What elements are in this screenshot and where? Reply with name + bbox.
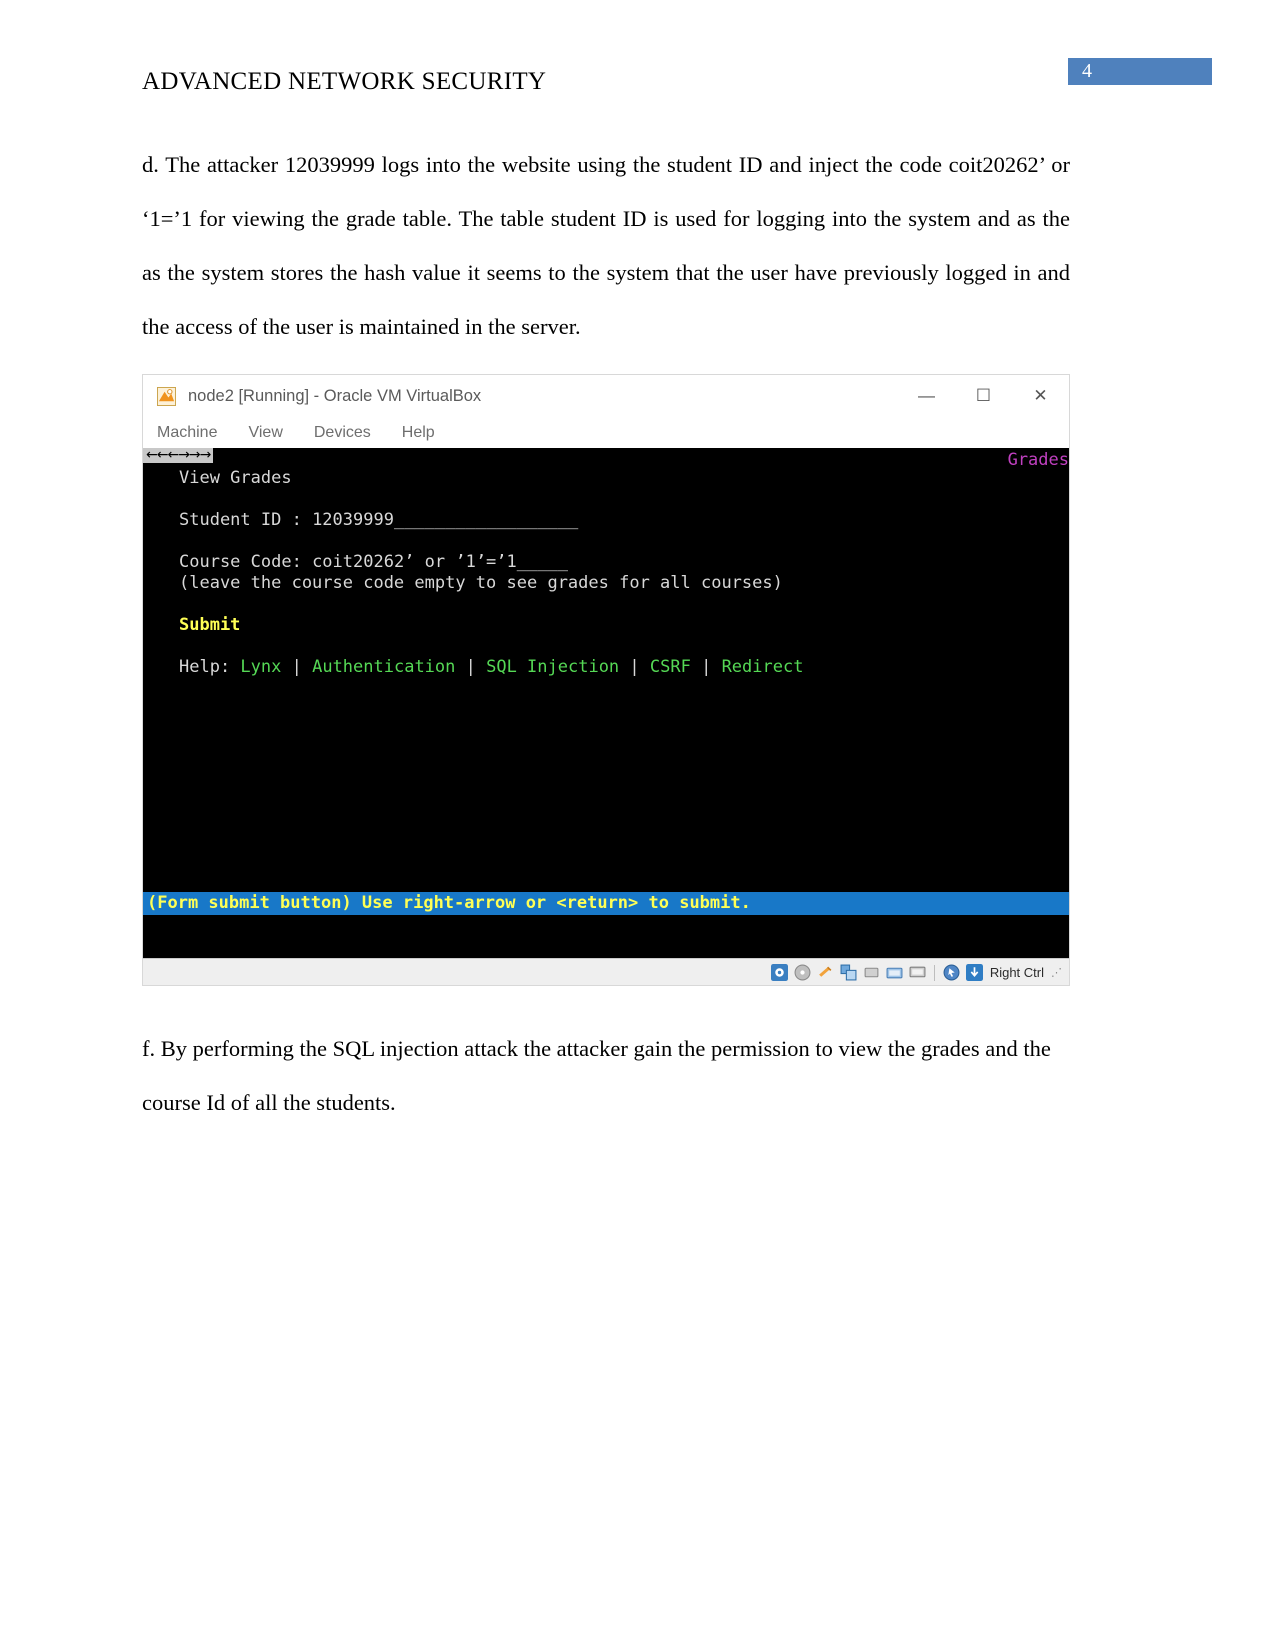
submit-button[interactable]: Submit: [179, 615, 240, 635]
vbox-menu-bar: Machine View Devices Help: [143, 417, 1069, 448]
status-divider: [933, 964, 935, 981]
maximize-button[interactable]: ☐: [955, 375, 1012, 417]
help-link-csrf[interactable]: CSRF: [650, 657, 691, 677]
help-link-redirect[interactable]: Redirect: [722, 657, 804, 677]
help-link-authentication[interactable]: Authentication: [312, 657, 455, 677]
course-code-hint: (leave the course code empty to see grad…: [179, 573, 783, 593]
resize-grip-icon[interactable]: ⋰: [1051, 966, 1062, 979]
lynx-status-bar: (Form submit button) Use right-arrow or …: [143, 892, 1069, 915]
course-code-field-fill[interactable]: _____: [517, 552, 568, 572]
student-id-field-fill[interactable]: __________________: [394, 510, 578, 530]
help-link-sql-injection[interactable]: SQL Injection: [486, 657, 619, 677]
help-separator-4: |: [690, 657, 722, 677]
menu-item-devices[interactable]: Devices: [314, 424, 371, 442]
optical-drive-icon[interactable]: [794, 964, 811, 981]
keyboard-icon[interactable]: [965, 964, 983, 981]
submit-row: Submit: [179, 615, 1069, 636]
student-id-label: Student ID :: [179, 510, 313, 530]
virtualbox-screenshot: node2 [Running] - Oracle VM VirtualBox —…: [142, 374, 1070, 986]
view-grades-heading: View Grades: [179, 468, 292, 488]
scroll-arrow-indicator: ←←←→→→: [143, 448, 214, 463]
page-title: ADVANCED NETWORK SECURITY: [142, 68, 547, 95]
lynx-key-help-line-1: Arrow keys: Up and Down to move. Right t…: [151, 957, 1069, 958]
lynx-key-help: Arrow keys: Up and Down to move. Right t…: [143, 915, 1069, 958]
vbox-status-strip: Right Ctrl ⋰: [143, 958, 1069, 985]
mouse-capture-icon[interactable]: [943, 964, 960, 981]
page-number-badge: 4: [1068, 58, 1212, 85]
minimize-button[interactable]: —: [898, 375, 955, 417]
help-label: Help:: [179, 657, 241, 677]
help-separator-1: |: [281, 657, 313, 677]
help-links-row: Help: Lynx | Authentication | SQL Inject…: [179, 657, 1069, 678]
hard-disk-icon[interactable]: [770, 964, 788, 981]
menu-item-view[interactable]: View: [248, 424, 282, 442]
window-controls: — ☐ ✕: [898, 375, 1069, 417]
host-key-label: Right Ctrl: [989, 965, 1044, 980]
display-icon[interactable]: [909, 964, 926, 981]
network-icon[interactable]: [840, 964, 857, 981]
vbox-title-bar: node2 [Running] - Oracle VM VirtualBox —…: [143, 375, 1069, 417]
student-id-row: Student ID : 12039999__________________: [179, 510, 1069, 531]
help-separator-3: |: [619, 657, 650, 677]
course-code-input[interactable]: coit20262’ or ’1’=’1: [312, 552, 517, 572]
vbox-title-text: node2 [Running] - Oracle VM VirtualBox: [188, 386, 482, 405]
menu-item-machine[interactable]: Machine: [157, 424, 217, 442]
shared-folders-icon[interactable]: [886, 964, 903, 981]
virtualbox-icon: [157, 386, 176, 406]
lynx-page-body: View Grades Student ID : 12039999_______…: [179, 468, 1069, 678]
paragraph-d: d. The attacker 12039999 logs into the w…: [142, 152, 1070, 339]
audio-icon[interactable]: [817, 964, 834, 981]
menu-item-help[interactable]: Help: [402, 424, 435, 442]
paragraph-f: f. By performing the SQL injection attac…: [142, 1036, 1051, 1115]
student-id-input[interactable]: 12039999: [312, 510, 394, 530]
help-link-lynx[interactable]: Lynx: [240, 657, 281, 677]
course-code-row: Course Code: coit20262’ or ’1’=’1_____: [179, 552, 1069, 573]
close-button[interactable]: ✕: [1012, 375, 1069, 417]
course-code-label: Course Code:: [179, 552, 313, 572]
lynx-terminal-screen: ←←←→→→ Grades View Grades Student ID : 1…: [143, 448, 1069, 958]
help-separator-2: |: [455, 657, 487, 677]
usb-icon[interactable]: [863, 964, 880, 981]
